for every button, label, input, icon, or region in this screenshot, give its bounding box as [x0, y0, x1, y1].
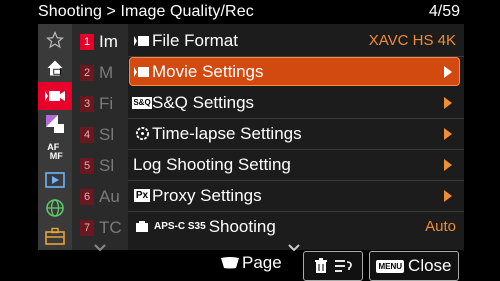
- menu-item-proxy-settings[interactable]: Px Proxy Settings: [128, 180, 464, 211]
- menu-item-label: Time-lapse Settings: [152, 123, 302, 143]
- page-control[interactable]: Page: [220, 253, 282, 273]
- menu-item-sq-settings[interactable]: S&Q S&Q Settings: [128, 87, 464, 118]
- sidebar-tab-main[interactable]: [38, 54, 72, 82]
- menu-item-timelapse-settings[interactable]: Time-lapse Settings: [128, 118, 464, 149]
- sidebar-tab-setup[interactable]: [38, 222, 72, 250]
- submenu-item[interactable]: 2 M: [72, 59, 128, 87]
- apsc-s35-icon: [134, 219, 150, 235]
- menu-item-log-shooting[interactable]: Log Shooting Setting: [128, 149, 464, 180]
- submenu-item[interactable]: 7 TC: [72, 214, 128, 242]
- file-format-icon: [134, 33, 150, 49]
- sidebar-tab-favorites[interactable]: [38, 26, 72, 54]
- playback-icon: [45, 172, 65, 188]
- menu-item-value: XAVC HS 4K: [368, 32, 456, 49]
- chevron-right-icon: [444, 65, 452, 78]
- menu-item-value: Auto: [425, 218, 456, 235]
- chevron-right-icon: [444, 127, 452, 140]
- menu-panel: File Format XAVC HS 4K Movie Settings S&…: [128, 24, 464, 250]
- network-globe-icon: [46, 199, 64, 217]
- menu-item-label: Shooting: [208, 216, 276, 236]
- menu-badge: MENU: [376, 259, 405, 273]
- sidebar-tab-playback[interactable]: [38, 166, 72, 194]
- movie-camera-icon: [45, 91, 65, 101]
- sidebar-tab-exposure[interactable]: [38, 110, 72, 138]
- menu-item-label: S&Q Settings: [152, 92, 255, 112]
- page-label: Page: [242, 253, 282, 272]
- submenu-item[interactable]: 4 Sl: [72, 121, 128, 149]
- submenu-item[interactable]: 1 Im: [72, 28, 128, 56]
- trash-icon: [315, 258, 327, 273]
- close-button[interactable]: MENU Close: [369, 251, 459, 281]
- delete-list-button[interactable]: [303, 251, 363, 281]
- menu-item-label: Log Shooting Setting: [133, 154, 291, 174]
- sidebar-tab-network[interactable]: [38, 194, 72, 222]
- breadcrumb: Shooting > Image Quality/Rec: [38, 3, 254, 20]
- sidebar-tab-shooting[interactable]: [38, 82, 72, 110]
- chevron-right-icon: [444, 158, 452, 171]
- menu-item-label: File Format: [152, 30, 238, 50]
- camera-home-icon: [47, 60, 63, 76]
- header-bar: Shooting > Image Quality/Rec 4/59: [0, 0, 500, 24]
- sidebar-tab-focus[interactable]: AF MF: [38, 138, 72, 166]
- af-mf-icon: AF MF: [47, 142, 63, 161]
- sq-icon: S&Q: [132, 96, 152, 109]
- apsc-s35-badge: APS-C S35: [154, 221, 206, 232]
- close-label: Close: [408, 256, 452, 275]
- chevron-right-icon: [444, 96, 452, 109]
- submenu-item[interactable]: 6 Au: [72, 183, 128, 211]
- proxy-icon: Px: [133, 189, 151, 202]
- category-sidebar: AF MF: [38, 24, 72, 250]
- menu-item-movie-settings[interactable]: Movie Settings: [128, 56, 464, 87]
- menu-item-file-format[interactable]: File Format XAVC HS 4K: [128, 25, 464, 56]
- page-number: 4/59: [428, 3, 460, 20]
- submenu-list: 1 Im 2 M 3 Fi 4 Sl 5 Sl 6 Au 7 TC: [72, 24, 128, 250]
- submenu-item[interactable]: 5 Sl: [72, 152, 128, 180]
- chevron-down-icon: [288, 244, 300, 252]
- timelapse-icon: [134, 126, 150, 142]
- submenu-item[interactable]: 3 Fi: [72, 90, 128, 118]
- menu-item-label: Movie Settings: [152, 61, 264, 81]
- movie-settings-icon: [134, 64, 150, 80]
- list-edit-icon: [335, 260, 352, 272]
- menu-item-apsc-s35-shooting[interactable]: APS-C S35 Shooting Auto: [128, 211, 464, 242]
- chevron-down-icon: [94, 244, 106, 252]
- control-wheel-icon: [221, 257, 239, 269]
- toolbox-icon: [45, 227, 65, 245]
- menu-item-label: Proxy Settings: [152, 185, 262, 205]
- exposure-color-icon: [46, 115, 64, 133]
- star-icon: [46, 31, 64, 49]
- chevron-right-icon: [444, 189, 452, 202]
